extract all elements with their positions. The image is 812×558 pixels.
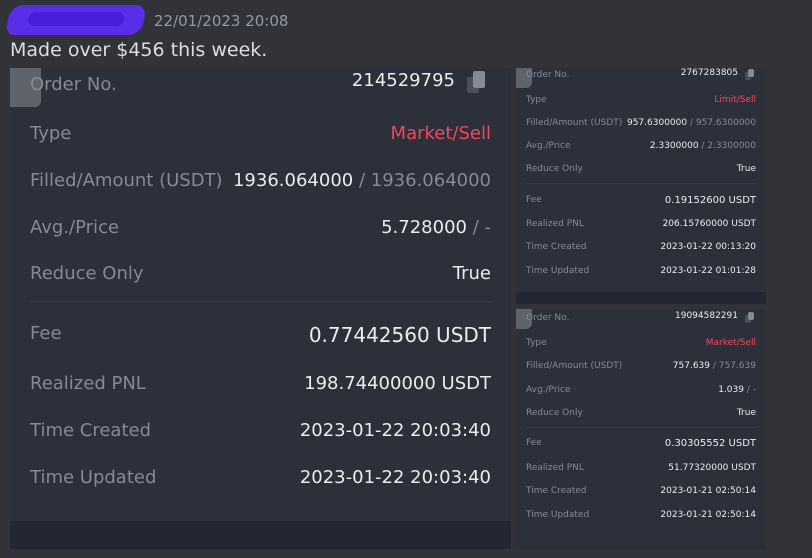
message-text: Made over $456 this week. [10, 39, 268, 61]
order-detail-card-1[interactable]: Order No. 214529795 Type Market/Sell Fil… [10, 68, 511, 549]
realized-pnl-label: Realized PNL [526, 463, 584, 473]
fee-label: Fee [30, 323, 62, 344]
copy-icon[interactable] [467, 71, 487, 93]
realized-pnl-label: Realized PNL [526, 219, 584, 229]
time-created-label: Time Created [526, 242, 587, 252]
order-no-label: Order No. [526, 313, 570, 323]
reduce-only-value: True [736, 164, 756, 174]
realized-pnl-value: 51.77320000 USDT [668, 463, 756, 473]
time-updated-value: 2023-01-22 20:03:40 [299, 467, 491, 488]
time-created-value: 2023-01-22 20:03:40 [299, 420, 491, 441]
avg-price-label: Avg./Price [30, 217, 120, 238]
avg-price-value: 2.3300000 / 2.3300000 [649, 141, 756, 151]
avg-price-label: Avg./Price [526, 141, 571, 151]
reduce-only-value: True [452, 263, 491, 284]
type-label: Type [30, 123, 72, 144]
divider [30, 301, 491, 302]
fee-value: 0.77442560 USDT [308, 323, 491, 347]
filled-amount-value: 1936.064000 / 1936.064000 [232, 170, 491, 191]
reduce-only-label: Reduce Only [526, 164, 583, 174]
realized-pnl-value: 198.74400000 USDT [304, 373, 491, 394]
filled-amount-label: Filled/Amount (USDT) [30, 170, 223, 191]
time-updated-value: 2023-01-21 02:50:14 [660, 510, 756, 520]
avg-price-label: Avg./Price [526, 385, 571, 395]
order-no-label: Order No. [526, 70, 570, 80]
type-value: Market/Sell [705, 338, 756, 348]
time-created-value: 2023-01-22 00:13:20 [660, 242, 756, 252]
reduce-only-label: Reduce Only [526, 408, 583, 418]
time-updated-label: Time Updated [526, 510, 590, 520]
avg-price-value: 5.728000 / - [381, 217, 491, 238]
filled-amount-label: Filled/Amount (USDT) [526, 118, 623, 128]
username-redacted[interactable] [5, 5, 147, 35]
order-no-label: Order No. [30, 74, 117, 95]
type-value: Market/Sell [390, 123, 491, 144]
time-created-value: 2023-01-21 02:50:14 [660, 486, 756, 496]
card-bottom-strip [10, 521, 511, 549]
avg-price-value: 1.039 / - [718, 385, 756, 395]
fee-value: 0.19152600 USDT [664, 195, 756, 206]
type-label: Type [526, 95, 547, 105]
reduce-only-label: Reduce Only [30, 263, 144, 284]
card-bottom-strip [516, 292, 766, 304]
time-updated-label: Time Updated [526, 266, 590, 276]
order-no-value: 2767283805 [680, 68, 738, 78]
filled-amount-value: 957.6300000 / 957.6300000 [626, 118, 756, 128]
time-updated-label: Time Updated [30, 467, 157, 488]
time-created-label: Time Created [30, 420, 152, 441]
realized-pnl-label: Realized PNL [30, 373, 146, 394]
realized-pnl-value: 206.15760000 USDT [662, 219, 756, 229]
type-label: Type [526, 338, 547, 348]
time-created-label: Time Created [526, 486, 587, 496]
order-detail-card-3[interactable]: Order No. 19094582291 Type Market/Sell F… [516, 309, 766, 549]
fee-value: 0.30305552 USDT [664, 438, 756, 449]
fee-label: Fee [526, 438, 542, 448]
filled-amount-label: Filled/Amount (USDT) [526, 361, 623, 371]
message-timestamp: 22/01/2023 20:08 [154, 12, 289, 30]
fee-label: Fee [526, 195, 542, 205]
order-detail-card-2[interactable]: Order No. 2767283805 Type Limit/Sell Fil… [516, 68, 766, 304]
order-no-value: 19094582291 [675, 311, 738, 321]
type-value: Limit/Sell [714, 95, 756, 105]
time-updated-value: 2023-01-22 01:01:28 [660, 266, 756, 276]
copy-icon[interactable] [745, 312, 755, 323]
copy-icon[interactable] [745, 69, 755, 80]
divider [526, 183, 756, 184]
order-no-value: 214529795 [351, 70, 455, 91]
reduce-only-value: True [736, 408, 756, 418]
filled-amount-value: 757.639 / 757.639 [672, 361, 756, 371]
divider [526, 427, 756, 428]
